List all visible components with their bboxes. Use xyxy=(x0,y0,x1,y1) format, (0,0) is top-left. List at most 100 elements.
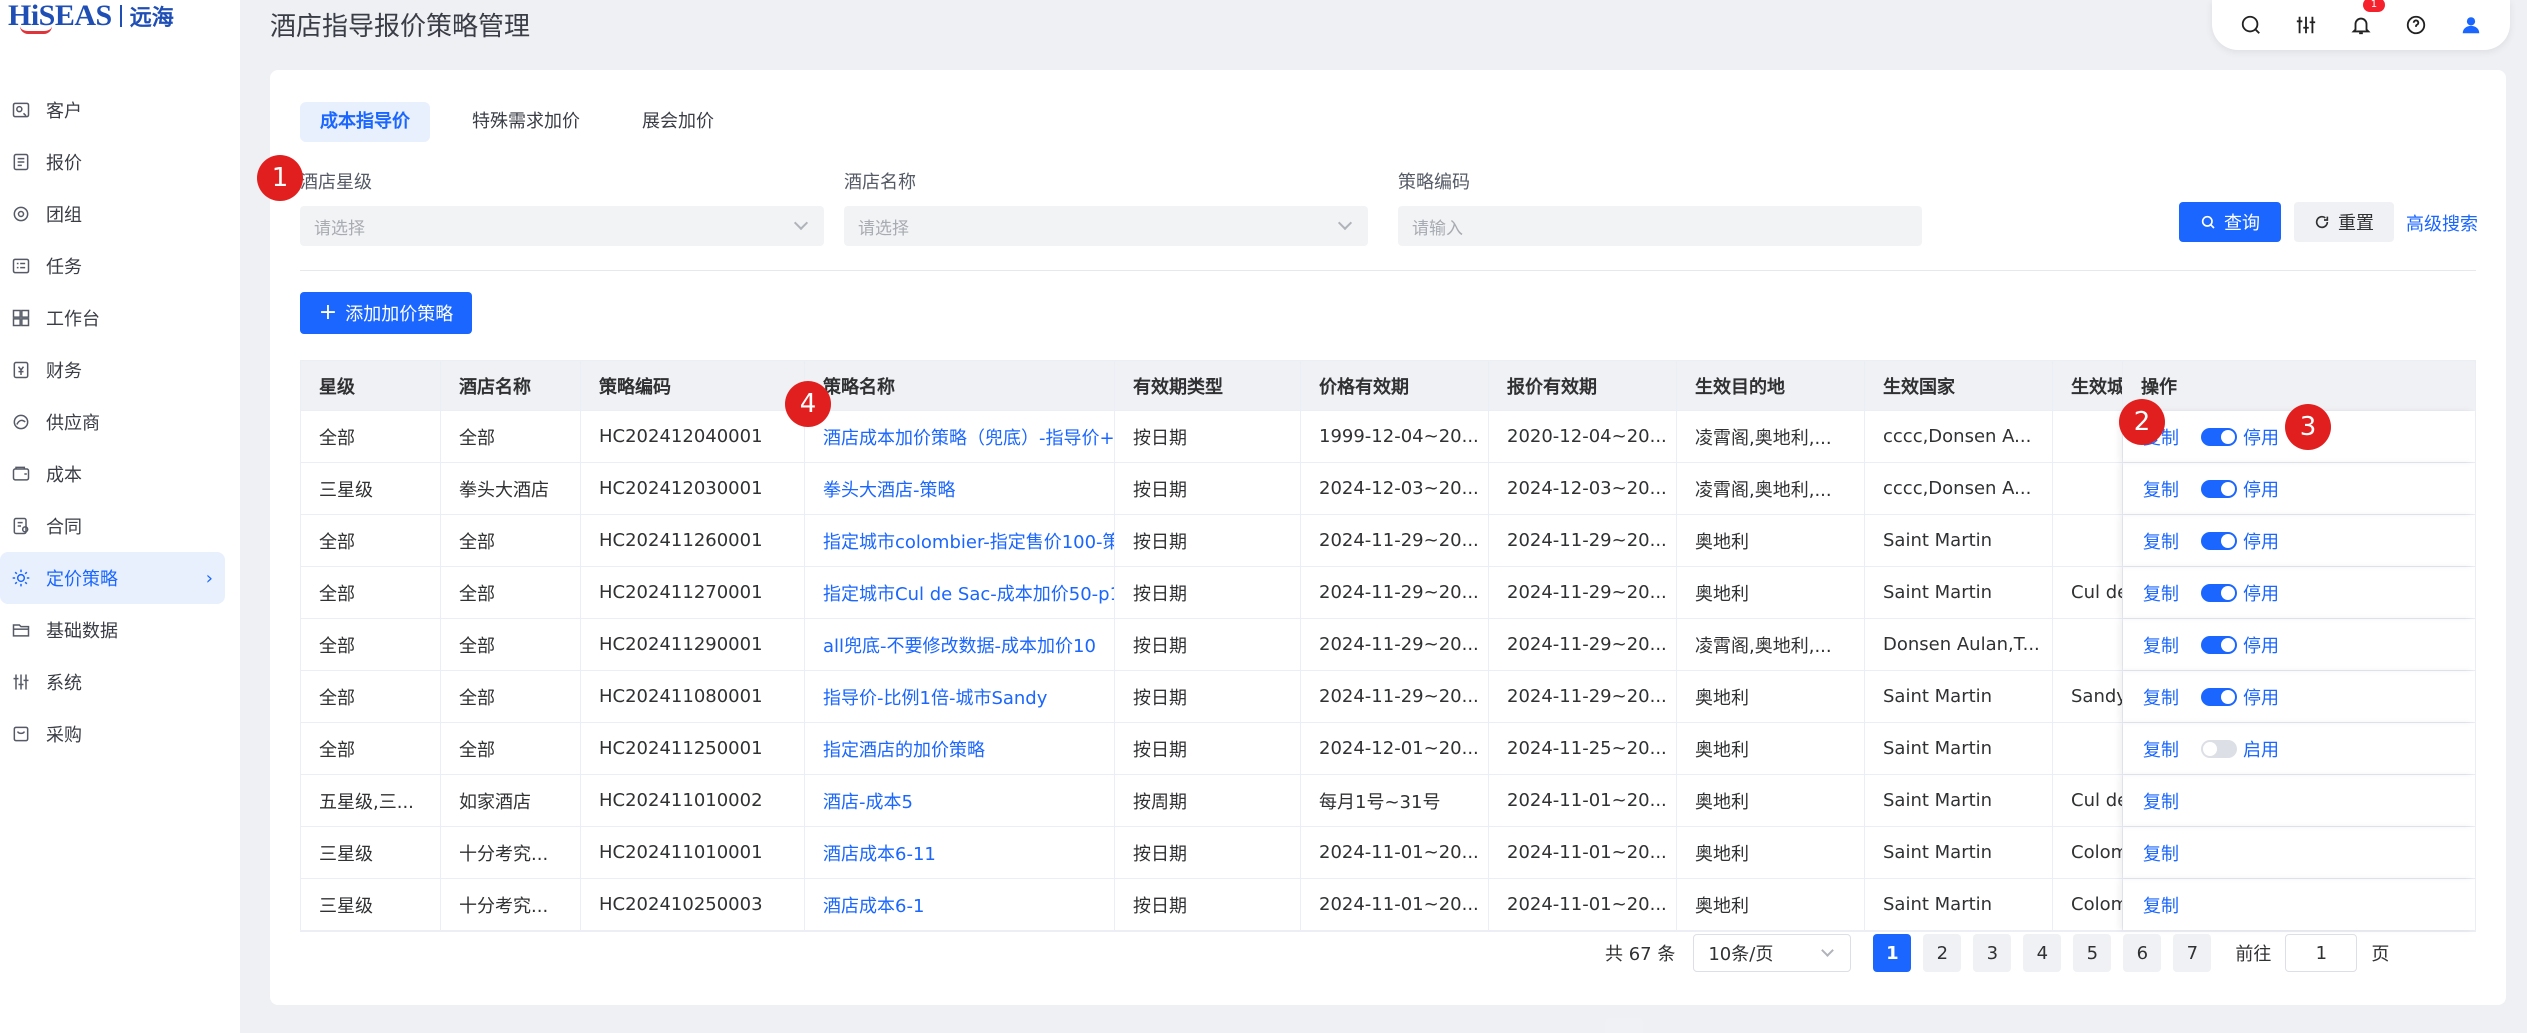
add-markup-strategy-button[interactable]: + 添加加价策略 xyxy=(300,292,472,334)
row-actions: 复制 停用 xyxy=(2123,619,2475,670)
table-cell: cccc,Donsen A... xyxy=(1865,411,2053,462)
page-button[interactable]: 6 xyxy=(2123,934,2162,972)
sidebar-item-11[interactable]: 系统 xyxy=(0,656,225,708)
status-toggle[interactable]: 停用 xyxy=(2201,684,2279,710)
strategy-name-link[interactable]: 酒店成本加价策略（兜底）-指导价+1 xyxy=(805,411,1115,462)
copy-button[interactable]: 复制 xyxy=(2143,788,2179,814)
sidebar-item-7[interactable]: 成本 xyxy=(0,448,225,500)
query-button[interactable]: 查询 xyxy=(2179,202,2281,242)
sidebar-item-3[interactable]: 任务 xyxy=(0,240,225,292)
strategy-name-link[interactable]: 指定城市colombier-指定售价100-策 xyxy=(805,515,1115,566)
strategy-name-link[interactable]: 酒店成本6-1 xyxy=(805,879,1115,930)
help-button[interactable] xyxy=(2398,7,2434,43)
advanced-search-link[interactable]: 高级搜索 xyxy=(2406,210,2478,236)
table-cell: 2024-11-01~20... xyxy=(1489,827,1677,878)
sidebar-item-label: 任务 xyxy=(46,257,82,278)
copy-button[interactable]: 复制 xyxy=(2143,476,2179,502)
page-button[interactable]: 7 xyxy=(2173,934,2212,972)
status-toggle[interactable]: 启用 xyxy=(2201,736,2279,762)
strategy-name-link[interactable]: 指定酒店的加价策略 xyxy=(805,723,1115,774)
copy-button[interactable]: 复制 xyxy=(2143,892,2179,918)
sidebar-item-6[interactable]: 供应商 xyxy=(0,396,225,448)
sidebar-item-2[interactable]: 团组 xyxy=(0,188,225,240)
toggle-switch[interactable] xyxy=(2201,531,2237,550)
sidebar-item-8[interactable]: 合同 xyxy=(0,500,225,552)
tab-special-request-markup[interactable]: 特殊需求加价 xyxy=(452,102,600,142)
toggle-switch[interactable] xyxy=(2201,687,2237,706)
page-button[interactable]: 1 xyxy=(1873,934,1912,972)
sidebar-item-12[interactable]: 采购 xyxy=(0,708,225,760)
toggle-switch[interactable] xyxy=(2201,739,2237,758)
brand-logo[interactable]: HiSEAS 远海 xyxy=(8,0,174,34)
status-toggle[interactable]: 停用 xyxy=(2201,424,2279,450)
status-toggle[interactable]: 停用 xyxy=(2201,632,2279,658)
copy-button[interactable]: 复制 xyxy=(2143,684,2179,710)
copy-button[interactable]: 复制 xyxy=(2143,840,2179,866)
table-row: 全部 全部 HC202411250001 指定酒店的加价策略 按日期 2024-12-01… xyxy=(301,723,2475,775)
tab-exhibition-markup[interactable]: 展会加价 xyxy=(622,102,734,142)
page-size-select[interactable]: 10条/页 xyxy=(1693,934,1852,972)
table-cell: 奥地利 xyxy=(1677,879,1865,930)
row-actions: 复制 停用 xyxy=(2123,567,2475,618)
page-button[interactable]: 2 xyxy=(1923,934,1962,972)
copy-button[interactable]: 复制 xyxy=(2143,528,2179,554)
row-actions: 复制 xyxy=(2123,879,2475,930)
table-row: 三星级 拳头大酒店 HC202412030001 拳头大酒店-策略 按日期 2024-12… xyxy=(301,463,2475,515)
quote-icon xyxy=(10,151,32,173)
sidebar-item-1[interactable]: 报价 xyxy=(0,136,225,188)
page-button[interactable]: 4 xyxy=(2023,934,2062,972)
status-toggle[interactable]: 停用 xyxy=(2201,528,2279,554)
table-row: 三星级 十分考究... HC202410250003 酒店成本6-1 按日期 2024-1… xyxy=(301,879,2475,931)
supplier-icon xyxy=(10,411,32,433)
tab-cost-guide-price[interactable]: 成本指导价 xyxy=(300,102,430,142)
table-cell: 奥地利 xyxy=(1677,671,1865,722)
toggle-switch[interactable] xyxy=(2201,427,2237,446)
status-toggle[interactable]: 停用 xyxy=(2201,476,2279,502)
toggle-switch[interactable] xyxy=(2201,583,2237,602)
status-toggle[interactable]: 停用 xyxy=(2201,580,2279,606)
next-page-button[interactable]: › xyxy=(1605,1018,1643,1033)
strategy-name-link[interactable]: 酒店-成本5 xyxy=(805,775,1115,826)
strategy-name-link[interactable]: 酒店成本6-11 xyxy=(805,827,1115,878)
reset-button[interactable]: 重置 xyxy=(2294,202,2394,242)
notification-button[interactable]: 1 xyxy=(2343,0,2385,43)
copy-button[interactable]: 复制 xyxy=(2143,580,2179,606)
copy-button[interactable]: 复制 xyxy=(2143,736,2179,762)
toggle-switch[interactable] xyxy=(2201,635,2237,654)
sidebar-item-9[interactable]: 定价策略 › xyxy=(0,552,225,604)
total-count: 共 67 条 xyxy=(1605,944,1676,965)
strategy-tabs: 成本指导价 特殊需求加价 展会加价 xyxy=(300,102,734,142)
toggle-label: 停用 xyxy=(2243,687,2279,709)
annotation-marker-1: 1 xyxy=(257,155,303,201)
table-cell: 拳头大酒店 xyxy=(441,463,581,514)
table-cell: 如家酒店 xyxy=(441,775,581,826)
table-cell: HC202412040001 xyxy=(581,411,805,462)
strategy-name-link[interactable]: all兜底-不要修改数据-成本加价10 xyxy=(805,619,1115,670)
strategy-name-link[interactable]: 拳头大酒店-策略 xyxy=(805,463,1115,514)
sidebar-item-10[interactable]: 基础数据 xyxy=(0,604,225,656)
plus-icon: + xyxy=(318,300,338,325)
search-button[interactable] xyxy=(2233,7,2269,43)
task-icon xyxy=(10,255,32,277)
logo-cn-text: 远海 xyxy=(129,5,174,31)
page-button[interactable]: 3 xyxy=(1973,934,2012,972)
sliders-button[interactable] xyxy=(2288,7,2324,43)
sidebar-item-5[interactable]: 财务 xyxy=(0,344,225,396)
strategy-name-link[interactable]: 指定城市Cul de Sac-成本加价50-p1- xyxy=(805,567,1115,618)
table-cell: HC202411260001 xyxy=(581,515,805,566)
hotel-star-select[interactable]: 请选择 xyxy=(300,206,824,246)
goto-page-input[interactable]: 1 xyxy=(2285,934,2358,972)
sidebar-item-4[interactable]: 工作台 xyxy=(0,292,225,344)
user-avatar-button[interactable] xyxy=(2453,7,2489,43)
sidebar-item-0[interactable]: 客户 xyxy=(0,84,225,136)
page-button[interactable]: 5 xyxy=(2073,934,2112,972)
copy-button[interactable]: 复制 xyxy=(2143,632,2179,658)
toggle-switch[interactable] xyxy=(2201,479,2237,498)
strategy-name-link[interactable]: 指导价-比例1倍-城市Sandy xyxy=(805,671,1115,722)
strategy-code-input[interactable]: 请输入 xyxy=(1398,206,1922,246)
hotel-name-select[interactable]: 请选择 xyxy=(844,206,1368,246)
table-cell: 按日期 xyxy=(1115,827,1301,878)
table-cell: 按日期 xyxy=(1115,723,1301,774)
input-placeholder: 请输入 xyxy=(1412,218,1463,239)
column-header: 策略名称 xyxy=(805,361,1115,410)
